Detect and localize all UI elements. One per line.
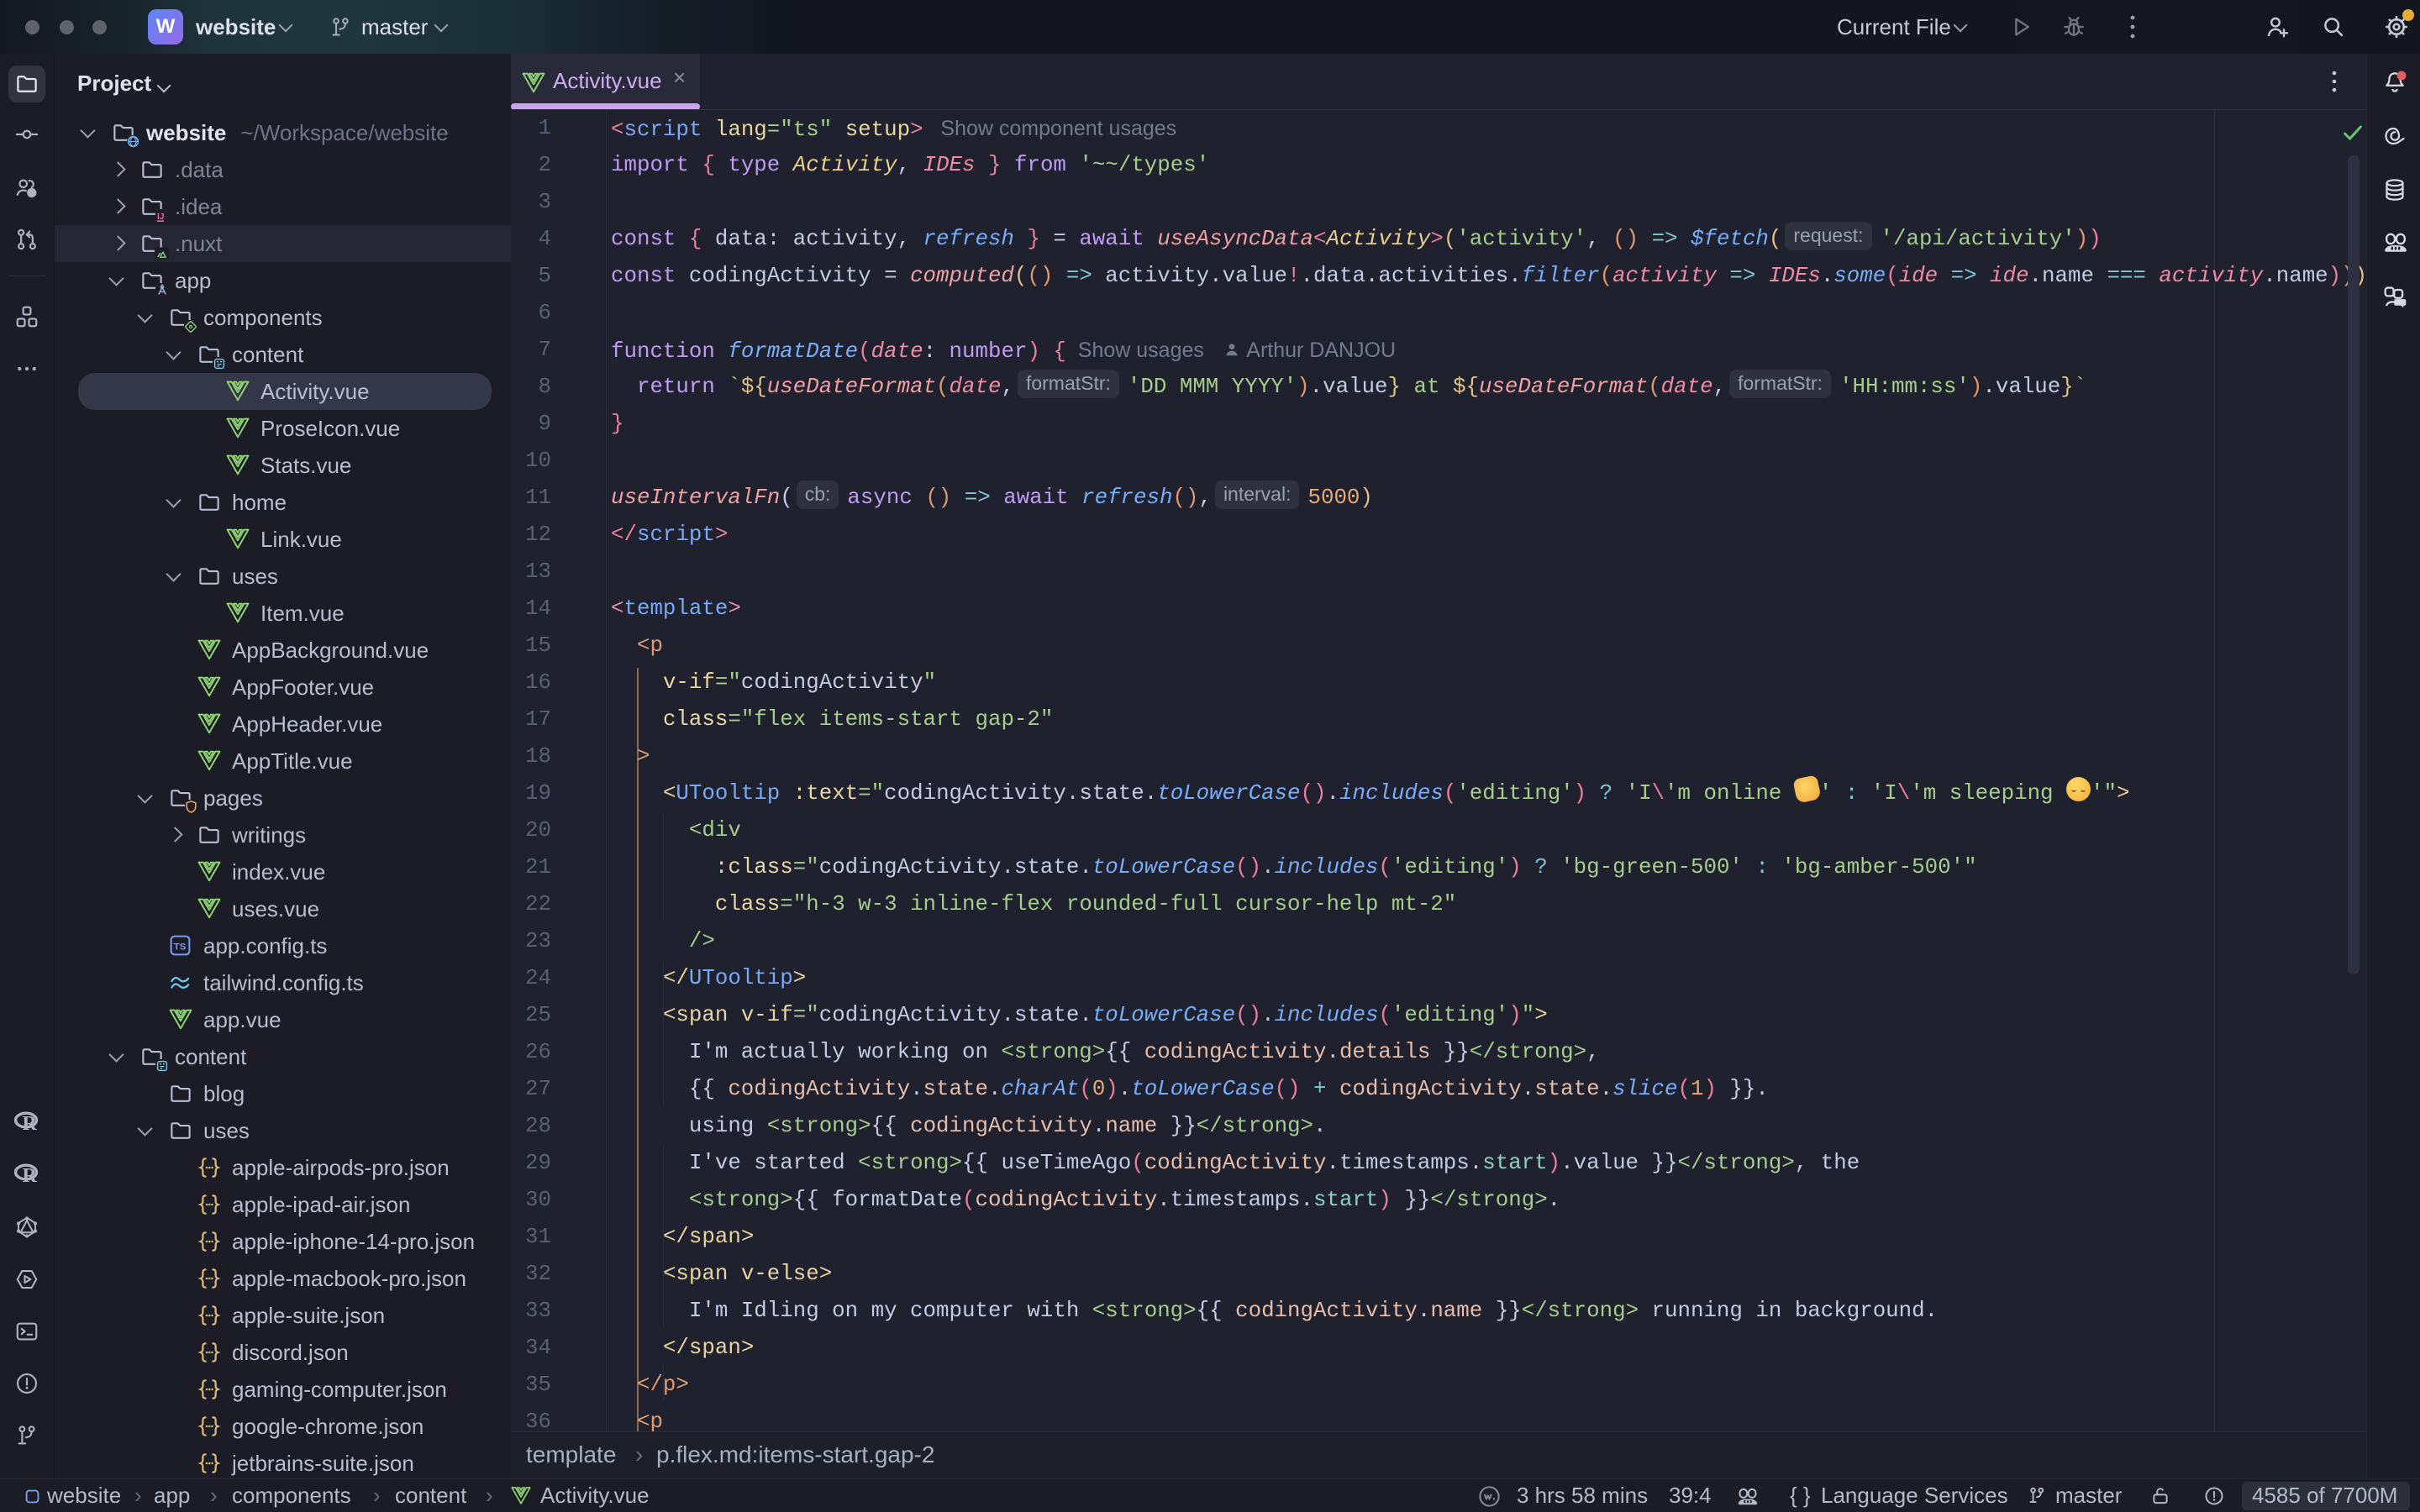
svg-text:IJ: IJ xyxy=(157,213,164,222)
svg-text:TS: TS xyxy=(174,942,187,953)
